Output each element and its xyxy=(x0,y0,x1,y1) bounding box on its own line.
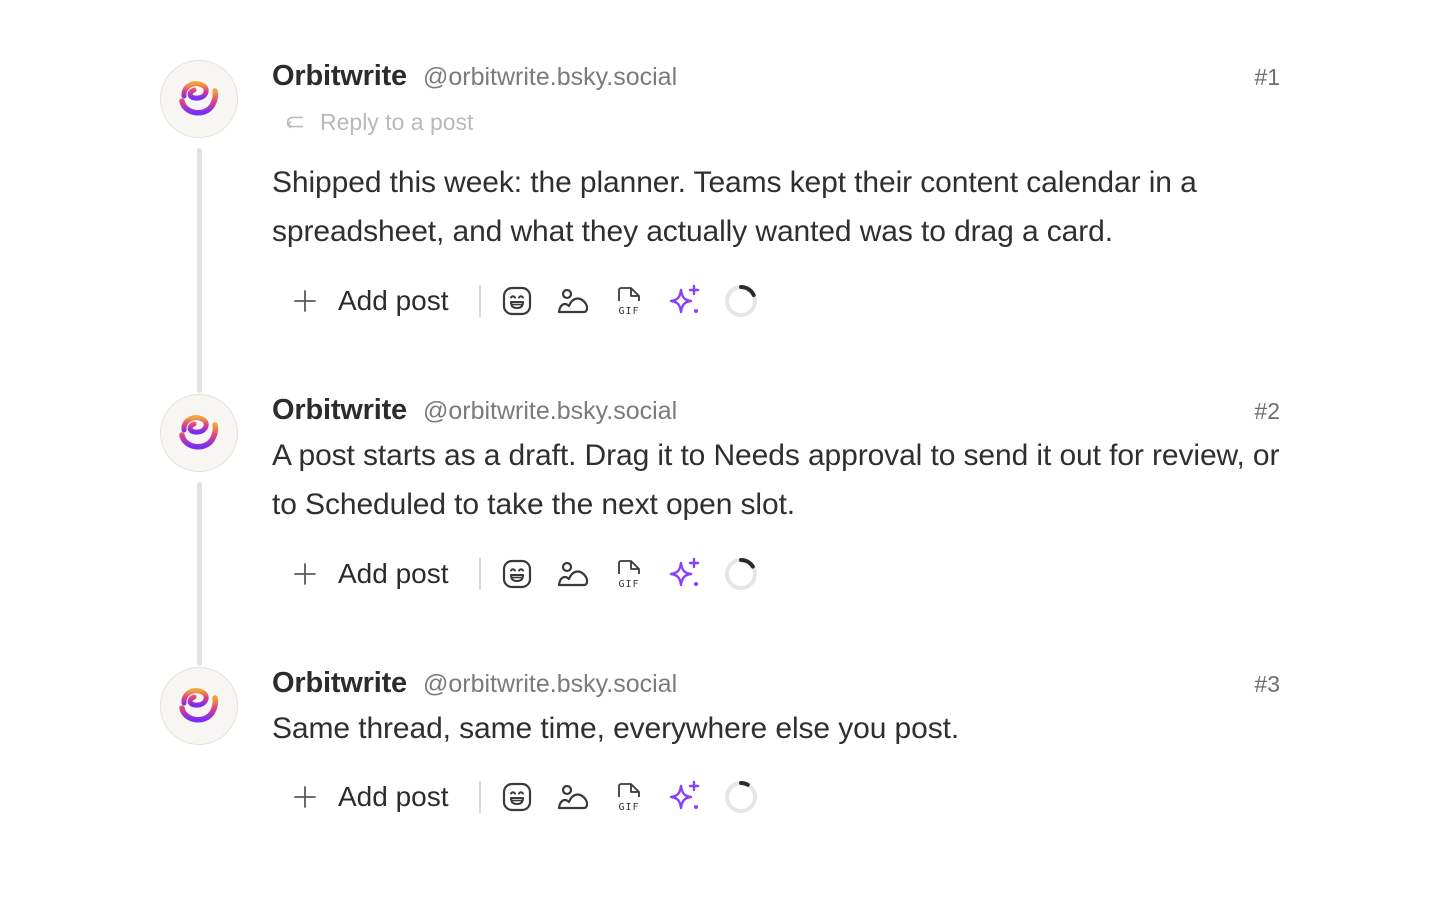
author-handle: @orbitwrite.bsky.social xyxy=(422,63,678,91)
gif-icon: GIF xyxy=(617,560,640,590)
orbitwrite-logo-icon xyxy=(179,688,219,723)
reply-arrow-icon xyxy=(286,116,304,129)
toolbar-divider xyxy=(478,781,481,813)
post-toolbar: Add post GIF xyxy=(272,775,779,819)
ai-assist-button[interactable] xyxy=(667,283,703,319)
reply-to-post-button[interactable]: Reply to a post xyxy=(272,104,473,140)
image-button[interactable] xyxy=(555,283,591,319)
character-count-icon xyxy=(724,558,757,590)
avatar[interactable] xyxy=(160,394,238,472)
add-post-button[interactable]: Add post xyxy=(272,775,463,819)
reply-label: Reply to a post xyxy=(320,108,474,135)
plus-icon xyxy=(294,290,316,312)
image-button[interactable] xyxy=(555,779,591,815)
add-post-label: Add post xyxy=(338,558,449,589)
post-number: #3 xyxy=(1254,671,1280,697)
author-name: Orbitwrite xyxy=(272,60,407,92)
thread-post: Orbitwrite @orbitwrite.bsky.social #2 A … xyxy=(160,394,1280,594)
ai-assist-button[interactable] xyxy=(667,556,703,592)
add-post-label: Add post xyxy=(338,781,449,812)
plus-icon xyxy=(294,563,316,585)
gif-button[interactable]: GIF xyxy=(611,779,647,815)
emoji-button[interactable] xyxy=(499,283,535,319)
ai-sparkle-icon xyxy=(669,557,699,587)
toolbar-divider xyxy=(478,285,481,317)
ai-assist-button[interactable] xyxy=(667,779,703,815)
add-post-button[interactable]: Add post xyxy=(272,552,463,596)
avatar[interactable] xyxy=(160,667,238,745)
gif-icon: GIF xyxy=(617,287,640,317)
author-handle: @orbitwrite.bsky.social xyxy=(422,397,678,425)
add-post-button[interactable]: Add post xyxy=(272,279,463,323)
svg-text:GIF: GIF xyxy=(618,802,639,813)
gif-icon: GIF xyxy=(617,783,640,813)
orbitwrite-logo-icon xyxy=(179,415,219,450)
post-toolbar: Add post GIF xyxy=(272,552,779,596)
svg-text:GIF: GIF xyxy=(618,306,639,317)
emoji-button[interactable] xyxy=(499,779,535,815)
post-text[interactable]: Shipped this week: the planner. Teams ke… xyxy=(272,158,1280,256)
character-count-icon xyxy=(724,285,757,317)
orbitwrite-logo-icon xyxy=(179,81,219,116)
post-text[interactable]: A post starts as a draft. Drag it to Nee… xyxy=(272,431,1280,529)
gif-button[interactable]: GIF xyxy=(611,283,647,319)
toolbar-divider xyxy=(478,558,481,590)
emoji-icon xyxy=(502,559,531,589)
svg-text:GIF: GIF xyxy=(618,579,639,590)
post-number: #1 xyxy=(1254,64,1280,90)
thread-composer: Orbitwrite @orbitwrite.bsky.social #1 Re… xyxy=(0,0,1440,900)
author-name: Orbitwrite xyxy=(272,394,407,426)
character-count-icon xyxy=(724,781,757,813)
image-icon xyxy=(557,784,588,810)
emoji-button[interactable] xyxy=(499,556,535,592)
post-number: #2 xyxy=(1254,398,1280,424)
thread-post: Orbitwrite @orbitwrite.bsky.social #1 Re… xyxy=(160,60,1280,320)
post-text[interactable]: Same thread, same time, everywhere else … xyxy=(272,704,1280,753)
image-icon xyxy=(557,288,588,314)
emoji-icon xyxy=(502,782,531,812)
emoji-icon xyxy=(502,286,531,316)
plus-icon xyxy=(294,786,316,808)
ai-sparkle-icon xyxy=(669,284,699,314)
thread-post: Orbitwrite @orbitwrite.bsky.social #3 Sa… xyxy=(160,667,1280,837)
character-count xyxy=(723,556,759,592)
image-button[interactable] xyxy=(555,556,591,592)
add-post-label: Add post xyxy=(338,285,449,316)
gif-button[interactable]: GIF xyxy=(611,556,647,592)
character-count xyxy=(723,283,759,319)
author-handle: @orbitwrite.bsky.social xyxy=(422,670,678,698)
image-icon xyxy=(557,561,588,587)
post-toolbar: Add post GIF xyxy=(272,279,779,323)
ai-sparkle-icon xyxy=(669,780,699,810)
avatar[interactable] xyxy=(160,60,238,138)
author-name: Orbitwrite xyxy=(272,667,407,699)
character-count xyxy=(723,779,759,815)
